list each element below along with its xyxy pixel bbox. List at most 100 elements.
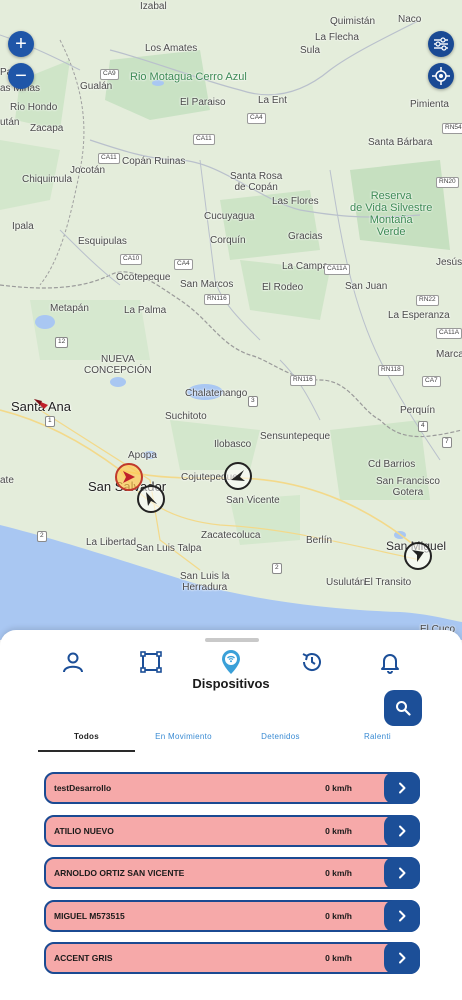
road-shield: CA4 xyxy=(247,113,266,124)
device-name: testDesarrollo xyxy=(54,783,112,793)
device-row[interactable]: testDesarrollo 0 km/h xyxy=(44,772,420,804)
road-shield: 4 xyxy=(418,421,428,432)
road-shield: RN116 xyxy=(204,294,230,305)
place-berlin: Berlín xyxy=(306,535,333,546)
place-corquin: Corquín xyxy=(210,235,246,246)
drag-handle[interactable] xyxy=(205,638,259,642)
place-el-paraiso: El Paraiso xyxy=(180,97,226,108)
place-ilobasco: Ilobasco xyxy=(214,439,252,450)
location-signal-icon xyxy=(222,650,240,674)
device-speed: 0 km/h xyxy=(325,910,352,921)
road-shield: CA4 xyxy=(174,259,193,270)
road-shield: CA11A xyxy=(324,264,351,275)
tab-todos[interactable]: Todos xyxy=(38,728,135,752)
device-speed: 0 km/h xyxy=(325,868,352,878)
navigation-arrow-icon xyxy=(231,470,245,481)
place-san-vicente: San Vicente xyxy=(226,495,280,506)
place-los-amates: Los Amates xyxy=(145,43,198,54)
place-la-libertad: La Libertad xyxy=(86,537,137,548)
place-la-flecha: La Flecha xyxy=(315,32,359,43)
place-esquipulas: Esquipulas xyxy=(78,236,127,247)
place-ocotepeque: Ocotepeque xyxy=(116,272,171,283)
my-location-button[interactable] xyxy=(428,63,454,89)
crosshair-icon xyxy=(432,67,450,85)
place-marcala: Marcal xyxy=(436,349,462,360)
place-cucuyagua: Cucuyagua xyxy=(204,211,255,222)
place-usulutan: Usulután xyxy=(326,577,366,588)
chevron-right-icon xyxy=(399,910,406,921)
filter-settings-button[interactable] xyxy=(428,31,454,57)
user-icon xyxy=(63,652,83,673)
tab-ralenti[interactable]: Ralenti xyxy=(329,728,426,752)
place-naco: Naco xyxy=(398,14,422,25)
device-row[interactable]: MIGUEL M573515 0 km/h xyxy=(44,899,420,932)
place-san-marcos: San Marcos xyxy=(180,279,234,290)
zoom-in-button[interactable]: + xyxy=(8,31,34,57)
place-zacatecoluca: Zacatecoluca xyxy=(201,530,261,541)
device-list: testDesarrollo 0 km/h ATILIO NUEVO 0 km/… xyxy=(44,772,420,985)
vehicle-marker[interactable] xyxy=(115,463,143,491)
place-copan-ruinas: Copán Ruinas xyxy=(122,156,186,167)
road-shield: 1 xyxy=(45,416,55,427)
road-shield: CA7 xyxy=(422,376,441,387)
nav-history[interactable] xyxy=(296,646,328,678)
place-la-ent: La Ent xyxy=(258,95,287,106)
place-izabal: Izabal xyxy=(140,1,167,12)
device-detail-button[interactable] xyxy=(384,899,420,932)
device-speed: 0 km/h xyxy=(325,825,352,836)
place-gualan: Gualán xyxy=(80,81,113,92)
road-shield: RN118 xyxy=(378,365,404,376)
nav-alerts[interactable] xyxy=(374,646,406,678)
road-shield: RN20 xyxy=(436,177,459,188)
device-row[interactable]: ARNOLDO ORTIZ SAN VICENTE 0 km/h xyxy=(44,857,420,889)
vehicle-marker[interactable] xyxy=(28,389,56,417)
road-shield: CA11A xyxy=(436,328,462,339)
nav-devices[interactable] xyxy=(215,646,247,678)
place-jocotan: Jocotán xyxy=(70,165,106,176)
nav-profile[interactable] xyxy=(57,646,89,678)
bottom-sheet: Dispositivos Todos En Movimiento Detenid… xyxy=(0,630,462,1000)
place-ipala: Ipala xyxy=(12,221,34,232)
place-jesus: Jesús xyxy=(436,257,462,268)
chevron-right-icon xyxy=(399,867,406,879)
road-shield: CA10 xyxy=(120,254,143,265)
device-speed: 0 km/h xyxy=(325,783,352,793)
device-detail-button[interactable] xyxy=(384,772,420,804)
place-apopa: Apopa xyxy=(128,450,157,461)
sliders-icon xyxy=(434,37,448,51)
road-shield: 7 xyxy=(442,437,452,448)
place-rio-motagua: Rio Motagua Cerro Azul xyxy=(130,71,247,83)
chevron-right-icon xyxy=(399,782,406,794)
place-la-palma: La Palma xyxy=(124,305,167,316)
zoom-out-button[interactable]: − xyxy=(8,63,34,89)
device-detail-button[interactable] xyxy=(384,857,420,889)
map-view[interactable]: Izabal Quimistán Naco La Flecha Sula Par… xyxy=(0,0,462,640)
place-santa-rosa: Santa Rosa de Copán xyxy=(230,171,283,193)
place-sensuntepeque: Sensuntepeque xyxy=(260,431,331,442)
device-detail-button[interactable] xyxy=(384,814,420,847)
device-row[interactable]: ACCENT GRIS 0 km/h xyxy=(44,942,420,974)
device-detail-button[interactable] xyxy=(384,942,420,974)
vehicle-marker[interactable] xyxy=(224,462,252,490)
vehicle-marker[interactable] xyxy=(137,485,165,513)
device-row[interactable]: ATILIO NUEVO 0 km/h xyxy=(44,814,420,847)
device-speed: 0 km/h xyxy=(325,953,352,963)
road-shield: RN116 xyxy=(290,375,316,386)
tab-detenidos[interactable]: Detenidos xyxy=(232,728,329,752)
tab-en-movimiento[interactable]: En Movimiento xyxy=(135,728,232,752)
chevron-right-icon xyxy=(399,825,406,836)
section-title: Dispositivos xyxy=(192,676,270,691)
vehicle-marker[interactable] xyxy=(404,542,432,570)
search-icon xyxy=(396,701,411,716)
car-icon xyxy=(34,399,48,409)
filter-tabs: Todos En Movimiento Detenidos Ralenti xyxy=(0,728,462,756)
navigation-arrow-icon xyxy=(412,550,424,562)
device-name: MIGUEL M573515 xyxy=(54,910,125,921)
road-shield: 12 xyxy=(55,337,69,348)
search-button[interactable] xyxy=(384,690,422,726)
place-zacapa: Zacapa xyxy=(30,123,64,134)
place-quimistan: Quimistán xyxy=(330,16,376,27)
place-cd-barrios: Cd Barrios xyxy=(368,459,416,470)
place-gracias: Gracias xyxy=(288,231,323,242)
nav-geofences[interactable] xyxy=(135,646,167,678)
